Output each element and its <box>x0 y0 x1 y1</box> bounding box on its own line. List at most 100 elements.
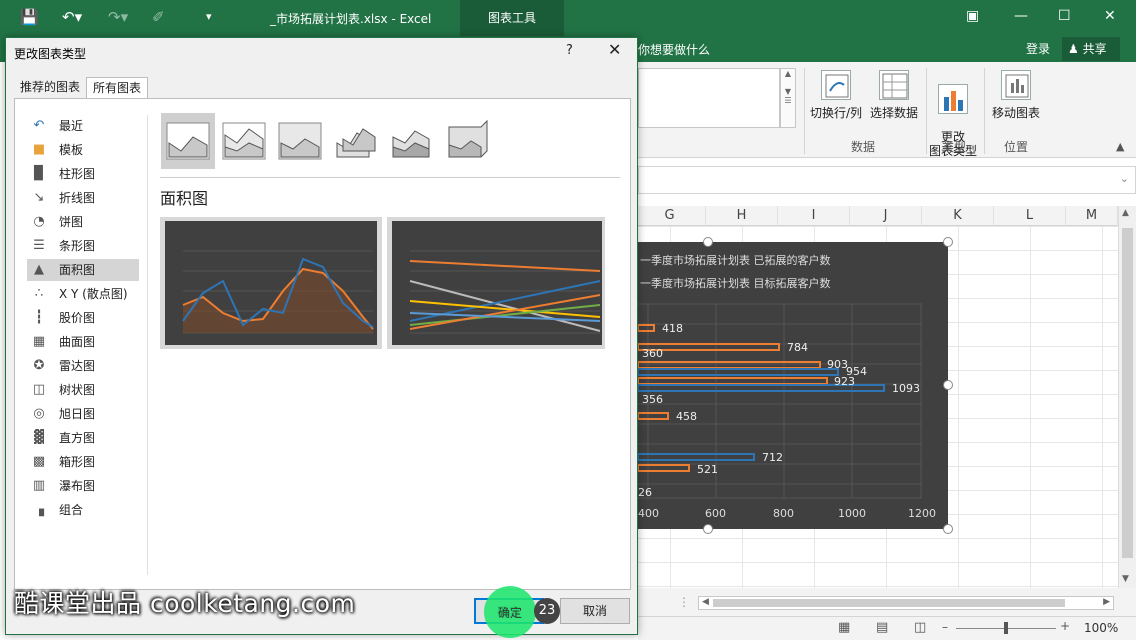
column-header[interactable]: H <box>706 206 778 226</box>
resize-handle[interactable] <box>943 524 953 534</box>
category-sunburst[interactable]: ◎ 旭日图 <box>27 403 139 425</box>
pie-chart-icon: ◔ <box>33 214 45 229</box>
zoom-in-icon[interactable]: + <box>1060 619 1070 633</box>
format-painter-icon[interactable]: ✐ <box>152 8 165 26</box>
preview-plot <box>392 221 602 345</box>
scroll-left-icon[interactable]: ◀ <box>702 597 709 607</box>
minimize-icon[interactable]: — <box>1014 8 1028 24</box>
category-combo[interactable]: ▗ 组合 <box>27 499 139 521</box>
move-chart-label: 移动图表 <box>991 106 1040 120</box>
vertical-scrollbar[interactable]: ▲ ▼ <box>1118 206 1136 588</box>
radar-chart-icon: ✪ <box>33 358 45 373</box>
page-layout-view-icon[interactable]: ▤ <box>876 620 888 635</box>
sheet-options-icon[interactable]: ⋮ <box>678 595 690 609</box>
column-header[interactable]: I <box>778 206 850 226</box>
resize-handle[interactable] <box>703 524 713 534</box>
category-treemap[interactable]: ◫ 树状图 <box>27 379 139 401</box>
ribbon-separator <box>926 68 927 154</box>
category-recent[interactable]: ↶ 最近 <box>27 115 139 137</box>
category-scatter[interactable]: ∴ X Y (散点图) <box>27 283 139 305</box>
subtype-3d-area[interactable] <box>329 113 383 169</box>
scroll-up-icon[interactable]: ▲ <box>1122 208 1129 218</box>
close-window-icon[interactable]: ✕ <box>1104 8 1116 24</box>
chart-tools-context-tab[interactable]: 图表工具 <box>460 0 564 36</box>
undo-icon[interactable]: ↶▾ <box>62 8 82 26</box>
bar-chart-object[interactable]: 一季度市场拓展计划表 已拓展的客户数 一季度市场拓展计划表 目标拓展客户数 41… <box>638 237 953 534</box>
group-label-location: 位置 <box>1004 140 1029 154</box>
zoom-level[interactable]: 100% <box>1084 621 1118 635</box>
cancel-button[interactable]: 取消 <box>560 598 630 624</box>
tab-all-charts[interactable]: 所有图表 <box>86 77 149 99</box>
column-header[interactable]: G <box>634 206 706 226</box>
category-radar[interactable]: ✪ 雷达图 <box>27 355 139 377</box>
horizontal-scrollbar[interactable]: ◀ ▶ <box>698 596 1114 610</box>
chart-style-gallery[interactable] <box>638 68 780 128</box>
category-label: 箱形图 <box>59 455 96 469</box>
category-waterfall[interactable]: ▥ 瀑布图 <box>27 475 139 497</box>
area-chart-preview-2[interactable] <box>387 217 605 349</box>
category-label: X Y (散点图) <box>59 287 128 301</box>
zoom-slider-thumb[interactable] <box>1004 622 1008 634</box>
category-histogram[interactable]: ▓ 直方图 <box>27 427 139 449</box>
column-header[interactable]: J <box>850 206 922 226</box>
maximize-icon[interactable]: ☐ <box>1058 8 1071 24</box>
ribbon-display-options-icon[interactable]: ▣ <box>966 8 979 24</box>
subtype-100-stacked-area[interactable] <box>273 113 327 169</box>
column-header[interactable]: L <box>994 206 1066 226</box>
3d-percent-stacked-area-subtype-icon <box>448 119 488 158</box>
login-link[interactable]: 登录 <box>1026 40 1050 57</box>
category-stock[interactable]: ┇ 股价图 <box>27 307 139 329</box>
person-icon: ♟ <box>1068 42 1079 56</box>
category-line[interactable]: ↘ 折线图 <box>27 187 139 209</box>
line-chart-icon: ↘ <box>33 190 45 205</box>
stock-chart-icon: ┇ <box>35 310 43 325</box>
gallery-scroll[interactable]: ▲ ▼ ☰ <box>780 68 796 128</box>
subtype-area[interactable] <box>161 113 215 169</box>
category-area[interactable]: ▲ 面积图 <box>27 259 139 281</box>
move-chart-button[interactable]: 移动图表 <box>988 70 1044 121</box>
column-header[interactable]: K <box>922 206 994 226</box>
chart-title-line1: 一季度市场拓展计划表 已拓展的客户数 <box>640 254 831 267</box>
tell-me-search[interactable]: 你想要做什么 <box>638 41 710 58</box>
category-label: 树状图 <box>59 383 96 397</box>
save-icon[interactable]: 💾 <box>20 8 39 26</box>
preview-plot <box>165 221 377 345</box>
area-chart-preview-1[interactable] <box>160 217 382 349</box>
help-button[interactable]: ? <box>566 43 573 58</box>
page-break-view-icon[interactable]: ◫ <box>914 620 926 635</box>
category-column[interactable]: ▉ 柱形图 <box>27 163 139 185</box>
resize-handle[interactable] <box>703 237 713 247</box>
zoom-out-icon[interactable]: – <box>942 620 948 634</box>
data-label: 784 <box>787 341 808 354</box>
3d-area-subtype-icon <box>336 128 376 158</box>
subtype-stacked-area[interactable] <box>217 113 271 169</box>
resize-handle[interactable] <box>943 380 953 390</box>
column-header[interactable]: M <box>1066 206 1118 226</box>
switch-row-column-button[interactable]: 切换行/列 <box>806 70 866 121</box>
scroll-right-icon[interactable]: ▶ <box>1103 597 1110 607</box>
category-box-whisker[interactable]: ▩ 箱形图 <box>27 451 139 473</box>
treemap-chart-icon: ◫ <box>32 382 46 397</box>
select-data-button[interactable]: 选择数据 <box>866 70 922 121</box>
scroll-thumb[interactable] <box>1122 228 1133 558</box>
category-surface[interactable]: ▦ 曲面图 <box>27 331 139 353</box>
hscroll-thumb[interactable] <box>713 599 1065 607</box>
normal-view-icon[interactable]: ▦ <box>838 620 850 635</box>
subtype-3d-stacked-area[interactable] <box>385 113 439 169</box>
category-bar[interactable]: ☰ 条形图 <box>27 235 139 257</box>
collapse-ribbon-icon[interactable]: ▲ <box>1116 140 1124 153</box>
formula-bar[interactable]: ⌄ <box>638 166 1136 194</box>
category-templates[interactable]: ■ 模板 <box>27 139 139 161</box>
share-button[interactable]: ♟ 共享 <box>1062 37 1120 61</box>
close-icon[interactable]: ✕ <box>608 40 621 59</box>
redo-icon[interactable]: ↷▾ <box>108 8 128 26</box>
scroll-down-icon[interactable]: ▼ <box>1122 574 1129 584</box>
category-label: 瀑布图 <box>59 479 96 493</box>
customize-toolbar-icon[interactable]: ▾ <box>206 10 212 23</box>
view-bar: ▦ ▤ ◫ – + 100% <box>638 616 1136 640</box>
resize-handle[interactable] <box>943 237 953 247</box>
tab-recommended-charts[interactable]: 推荐的图表 <box>14 77 86 99</box>
expand-formula-icon[interactable]: ⌄ <box>1120 172 1129 185</box>
subtype-3d-100-stacked-area[interactable] <box>441 113 495 169</box>
category-pie[interactable]: ◔ 饼图 <box>27 211 139 233</box>
